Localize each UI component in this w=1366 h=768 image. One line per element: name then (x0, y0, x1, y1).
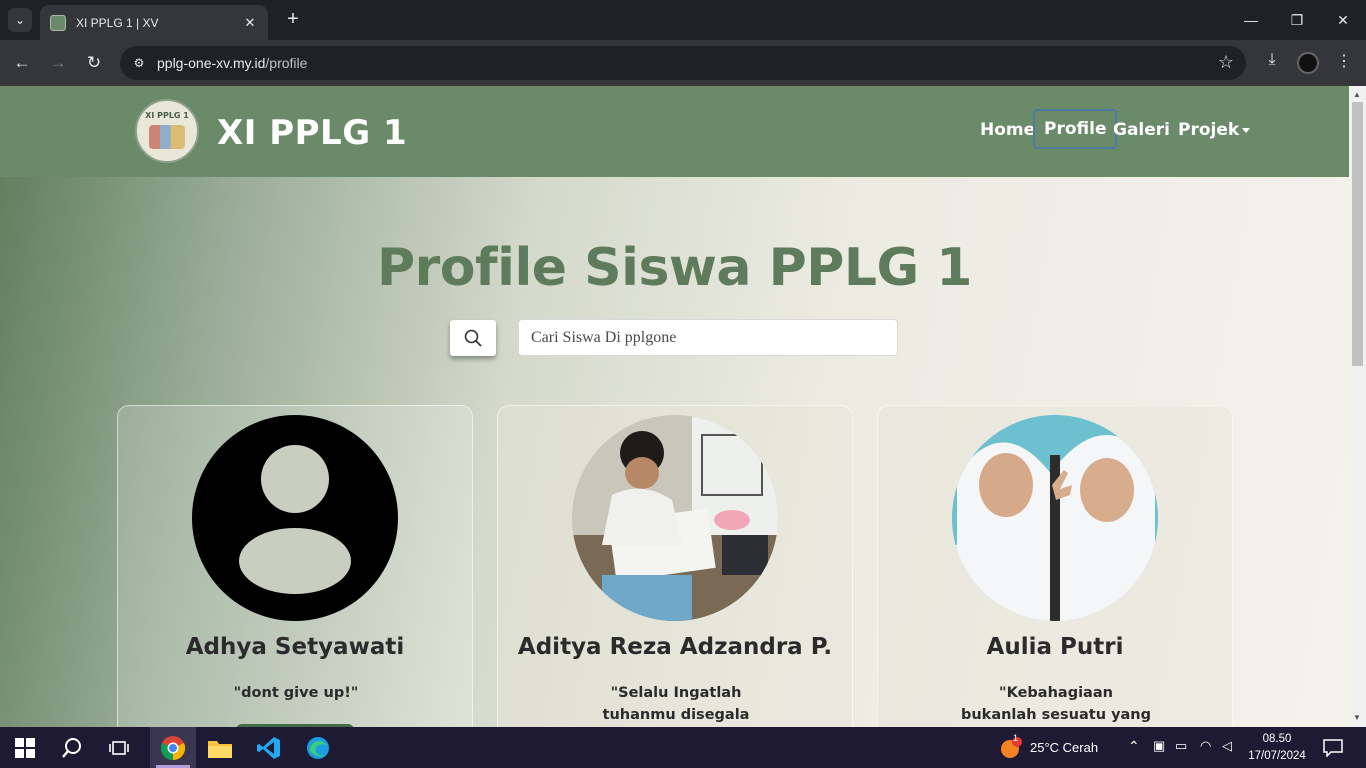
student-name: Aulia Putri (986, 634, 1124, 660)
quote-line: "dont give up!" (233, 685, 359, 701)
file-explorer-icon[interactable] (205, 733, 235, 763)
page-title: Profile Siswa PPLG 1 (377, 238, 972, 298)
site-navbar: XI PPLG 1 XI PPLG 1 Home Profile Galeri … (0, 86, 1349, 177)
nav-profile[interactable]: Profile (1032, 109, 1118, 149)
taskbar-search-icon[interactable] (57, 733, 87, 763)
student-quote: "Selalu Ingatlah tuhanmu disegala (558, 682, 794, 726)
vscode-icon[interactable] (254, 733, 284, 763)
battery-icon[interactable]: ▭ (1175, 738, 1187, 754)
scroll-down-icon[interactable]: ▼ (1353, 713, 1361, 722)
url-path: /profile (265, 55, 308, 71)
student-card: Adhya Setyawati "dont give up!" (117, 405, 473, 727)
student-quote: "dont give up!" (178, 682, 414, 704)
browser-profile-avatar[interactable] (1297, 52, 1319, 74)
caret-down-icon (1242, 127, 1251, 133)
url-host: pplg-one-xv.my.id (157, 55, 266, 71)
quote-line: "Selalu Ingatlah (610, 685, 742, 701)
tab-close-icon[interactable]: ✕ (242, 15, 258, 31)
download-icon[interactable]: ⤓ (1260, 51, 1284, 75)
tab-search-chevron-icon[interactable]: ⌄ (8, 8, 32, 32)
wifi-icon[interactable]: ◠ (1200, 738, 1211, 754)
url-text: pplg-one-xv.my.id/profile (157, 55, 307, 71)
chrome-taskbar-icon[interactable] (158, 733, 188, 763)
back-arrow-icon[interactable]: ← (10, 51, 34, 75)
tab-title: XI PPLG 1 | XV (76, 15, 159, 30)
edge-icon[interactable] (303, 733, 333, 763)
close-window-icon[interactable]: ✕ (1320, 0, 1366, 40)
weather-icon[interactable] (996, 733, 1026, 763)
meet-now-icon[interactable]: ▣ (1153, 738, 1165, 754)
browser-tab-bar: ⌄ XI PPLG 1 | XV ✕ + — ❐ ✕ (0, 0, 1366, 40)
windows-start-icon[interactable] (10, 733, 40, 763)
student-photo (952, 415, 1158, 621)
default-avatar-icon (192, 415, 398, 621)
student-photo (572, 415, 778, 621)
weather-text[interactable]: 25°C Cerah (1030, 740, 1098, 755)
clock-time: 08.50 (1262, 733, 1292, 745)
quote-line: tuhanmu disegala (602, 707, 750, 723)
search-icon (464, 329, 482, 347)
browser-menu-icon[interactable]: ⋮ (1332, 51, 1356, 75)
scroll-up-icon[interactable]: ▲ (1353, 90, 1361, 99)
site-favicon-icon (50, 14, 66, 31)
quote-line: bukanlah sesuatu yang (960, 707, 1152, 723)
search-input[interactable] (518, 319, 898, 356)
site-logo[interactable]: XI PPLG 1 (135, 99, 199, 163)
browser-toolbar: ← → ↻ ⚙ pplg-one-xv.my.id/profile ☆ ⤓ ⋮ (0, 40, 1366, 86)
student-card: Aulia Putri "Kebahagiaan bukanlah sesuat… (877, 405, 1233, 727)
student-name: Aditya Reza Adzandra P. (517, 634, 833, 660)
nav-galeri[interactable]: Galeri (1113, 120, 1170, 140)
logo-text: XI PPLG 1 (145, 111, 189, 120)
weather-badge: 1 (1013, 733, 1019, 743)
forward-arrow-icon[interactable]: → (46, 51, 70, 75)
notification-icon[interactable] (1318, 733, 1348, 763)
quote-line: "Kebahagiaan (999, 685, 1113, 701)
new-tab-button[interactable]: + (282, 8, 304, 32)
browser-tab[interactable]: XI PPLG 1 | XV ✕ (40, 5, 268, 40)
minimize-icon[interactable]: — (1228, 0, 1274, 40)
logo-illustration (149, 125, 185, 149)
student-name: Adhya Setyawati (185, 634, 405, 660)
page-viewport: XI PPLG 1 XI PPLG 1 Home Profile Galeri … (0, 86, 1349, 727)
system-clock[interactable]: 08.50 17/07/2024 (1246, 731, 1308, 765)
task-view-icon[interactable] (104, 733, 134, 763)
page-scrollbar[interactable]: ▲ ▼ (1349, 86, 1366, 727)
clock-date: 17/07/2024 (1248, 750, 1306, 762)
windows-taskbar: 1 25°C Cerah ⌃ ▣ ▭ ◠ ◁ 08.50 17/07/2024 (0, 727, 1366, 768)
student-quote: "Kebahagiaan bukanlah sesuatu yang (938, 682, 1174, 726)
bookmark-star-icon[interactable]: ☆ (1218, 52, 1234, 73)
search-button[interactable] (450, 320, 496, 356)
restore-icon[interactable]: ❐ (1274, 0, 1320, 40)
nav-home[interactable]: Home (980, 120, 1035, 140)
nav-projek-label: Projek (1178, 120, 1240, 140)
scroll-thumb[interactable] (1352, 102, 1363, 366)
address-bar[interactable]: ⚙ pplg-one-xv.my.id/profile ☆ (120, 46, 1246, 80)
nav-projek-dropdown[interactable]: Projek (1178, 120, 1251, 140)
site-brand[interactable]: XI PPLG 1 (217, 113, 407, 153)
volume-icon[interactable]: ◁ (1222, 738, 1232, 754)
student-card: Aditya Reza Adzandra P. "Selalu Ingatlah… (497, 405, 853, 727)
reload-icon[interactable]: ↻ (82, 51, 106, 75)
site-info-icon[interactable]: ⚙ (130, 54, 148, 72)
tray-overflow-icon[interactable]: ⌃ (1128, 738, 1140, 755)
